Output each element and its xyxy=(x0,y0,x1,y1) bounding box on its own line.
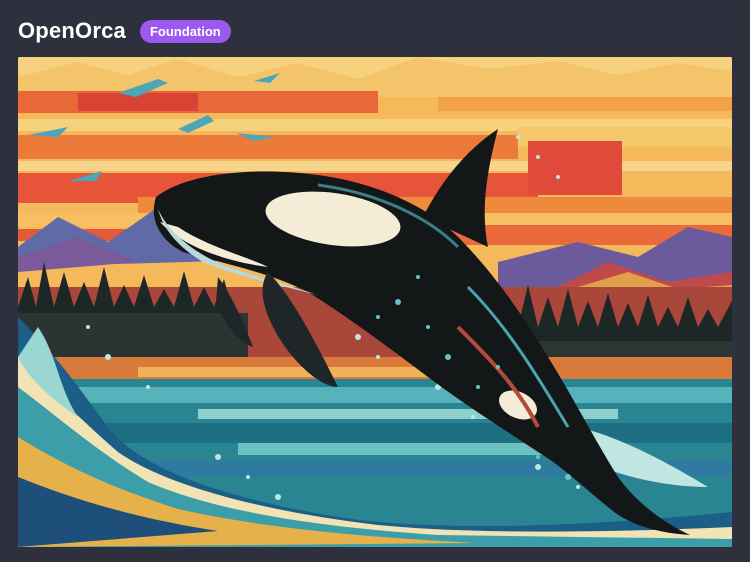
hero-image xyxy=(18,57,732,547)
orca-illustration xyxy=(18,57,732,547)
header: OpenOrca Foundation xyxy=(18,16,231,46)
page-title: OpenOrca xyxy=(18,18,126,43)
tag-badge[interactable]: Foundation xyxy=(139,19,231,43)
